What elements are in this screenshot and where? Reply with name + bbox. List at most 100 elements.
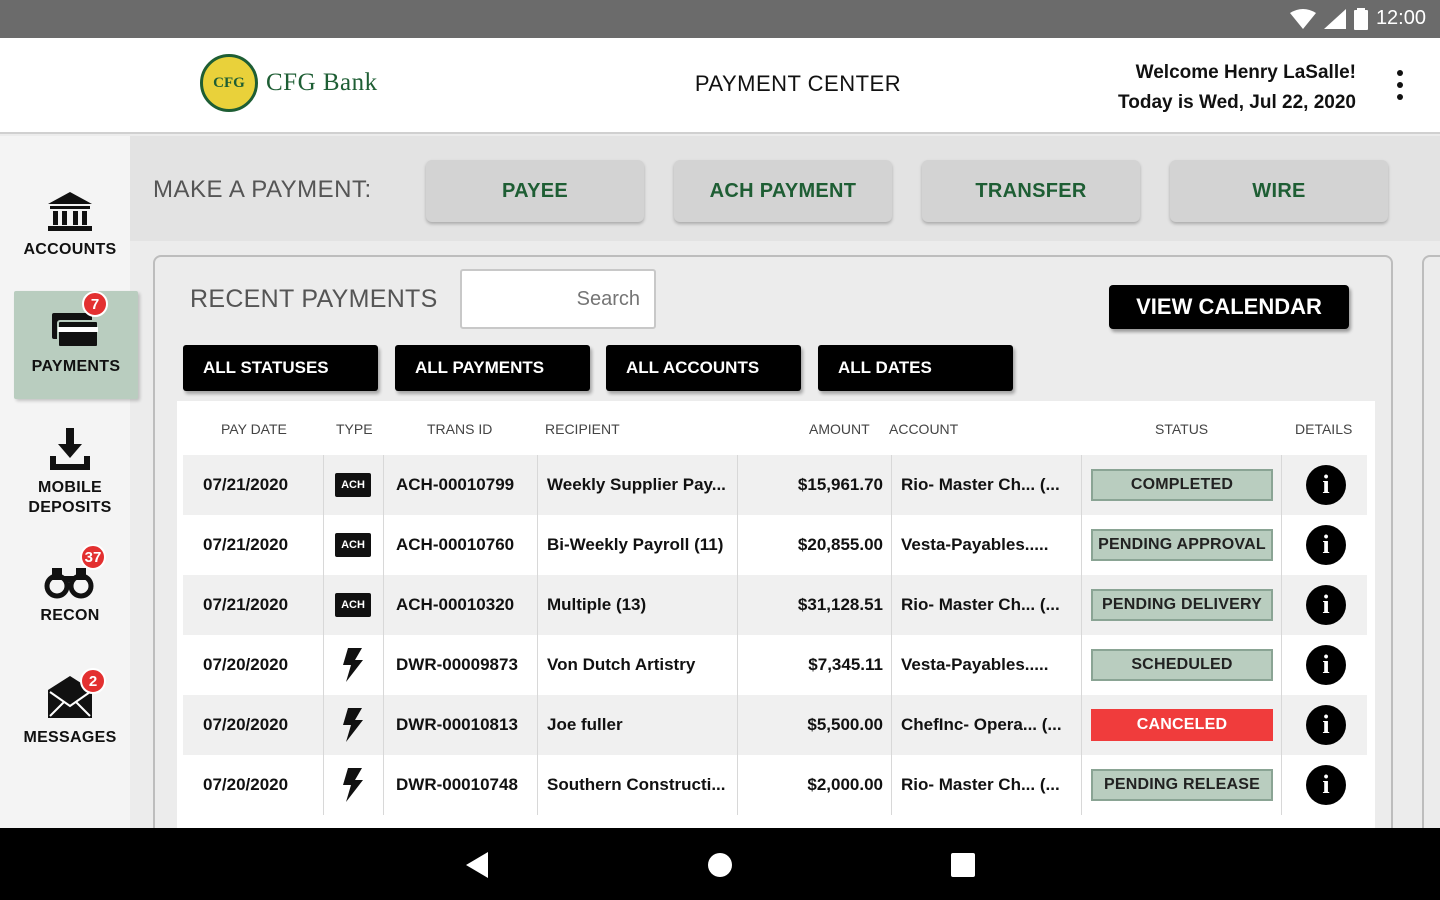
- next-card-edge: [1422, 255, 1440, 875]
- filter-all-dates[interactable]: ALL DATES: [818, 345, 1013, 391]
- recipient-cell: Southern Constructi...: [547, 775, 726, 794]
- payments-badge: 7: [82, 291, 108, 317]
- col-header-pay-date[interactable]: PAY DATE: [221, 421, 287, 437]
- wifi-icon: [1289, 8, 1316, 29]
- account-cell: Rio- Master Ch... (...: [901, 595, 1060, 614]
- col-header-status[interactable]: STATUS: [1155, 421, 1208, 437]
- system-status-bar: 12:00: [0, 0, 1440, 38]
- column-divider: [383, 635, 384, 695]
- column-divider: [737, 455, 738, 515]
- column-divider: [1081, 635, 1082, 695]
- column-divider: [537, 755, 538, 815]
- info-icon[interactable]: i: [1306, 765, 1346, 805]
- account-cell: Vesta-Payables.....: [901, 655, 1049, 674]
- logo-badge: CFG: [200, 54, 258, 112]
- table-row[interactable]: 07/21/2020 ACH ACH-00010799 Weekly Supplier…: [183, 455, 1367, 515]
- date-cell: 07/20/2020: [203, 775, 289, 794]
- date-cell: 07/21/2020: [203, 595, 289, 614]
- sidebar-item-payments[interactable]: 7 PAYMENTS: [14, 291, 138, 399]
- recent-payments-title: RECENT PAYMENTS: [190, 285, 438, 313]
- table-row[interactable]: 07/20/2020 DWR-00010748 Southern Construct…: [183, 755, 1367, 815]
- download-tray-icon: [42, 426, 98, 474]
- info-icon[interactable]: i: [1306, 705, 1346, 745]
- welcome-text: Welcome Henry LaSalle!: [1135, 62, 1356, 83]
- col-header-amount[interactable]: AMOUNT: [809, 421, 870, 437]
- sidebar-item-label: RECON: [40, 607, 100, 624]
- wire-button[interactable]: WIRE: [1170, 160, 1388, 222]
- column-divider: [1281, 515, 1282, 575]
- amount-cell: $7,345.11: [808, 655, 883, 674]
- overflow-menu-icon[interactable]: [1394, 70, 1406, 100]
- sidebar-item-messages[interactable]: 2 MESSAGES: [0, 668, 140, 748]
- status-cell: COMPLETED: [1089, 455, 1275, 515]
- account-cell: Vesta-Payables.....: [901, 535, 1049, 554]
- recents-icon[interactable]: [951, 853, 975, 877]
- column-divider: [323, 635, 324, 695]
- table-row[interactable]: 07/21/2020 ACH ACH-00010320 Multiple (13) $3…: [183, 575, 1367, 635]
- status-badge: COMPLETED: [1091, 469, 1273, 501]
- status-cell: PENDING APPROVAL: [1089, 515, 1275, 575]
- sidebar-item-mobile-deposits[interactable]: MOBILE DEPOSITS: [0, 426, 140, 518]
- status-cell: PENDING RELEASE: [1089, 755, 1275, 815]
- transfer-button[interactable]: TRANSFER: [922, 160, 1140, 222]
- date-cell: 07/21/2020: [203, 475, 289, 494]
- sidebar-item-label: PAYMENTS: [31, 358, 121, 375]
- table-row[interactable]: 07/20/2020 DWR-00010813 Joe fuller $5,500.0…: [183, 695, 1367, 755]
- lightning-wire-icon: [343, 708, 363, 742]
- filter-all-statuses[interactable]: ALL STATUSES: [183, 345, 378, 391]
- back-icon[interactable]: [466, 852, 490, 878]
- payments-card-icon: 7: [48, 291, 108, 353]
- col-header-trans-id[interactable]: TRANS ID: [427, 421, 492, 437]
- envelope-icon: 2: [42, 668, 106, 724]
- info-icon[interactable]: i: [1306, 525, 1346, 565]
- col-header-type[interactable]: TYPE: [336, 421, 373, 437]
- battery-icon: [1353, 7, 1368, 30]
- logo-badge-text: CFG: [213, 74, 245, 91]
- table-row[interactable]: 07/21/2020 ACH ACH-00010760 Bi-Weekly Payro…: [183, 515, 1367, 575]
- column-divider: [737, 635, 738, 695]
- type-cell: ACH: [325, 575, 381, 635]
- column-divider: [737, 695, 738, 755]
- system-navigation-bar: [0, 828, 1440, 900]
- col-header-details[interactable]: DETAILS: [1295, 421, 1352, 437]
- column-divider: [891, 755, 892, 815]
- column-divider: [323, 575, 324, 635]
- status-cell: SCHEDULED: [1089, 635, 1275, 695]
- column-divider: [1281, 635, 1282, 695]
- filter-all-payments[interactable]: ALL PAYMENTS: [395, 345, 590, 391]
- lightning-wire-icon: [343, 648, 363, 682]
- column-divider: [891, 635, 892, 695]
- table-header: PAY DATE TYPE TRANS ID RECIPIENT AMOUNT …: [177, 421, 1375, 447]
- info-icon[interactable]: i: [1306, 645, 1346, 685]
- table-row[interactable]: 07/20/2020 DWR-00009873 Von Dutch Artistry…: [183, 635, 1367, 695]
- col-header-account[interactable]: ACCOUNT: [889, 421, 958, 437]
- home-icon[interactable]: [707, 852, 733, 878]
- info-icon[interactable]: i: [1306, 585, 1346, 625]
- details-cell: i: [1291, 755, 1361, 815]
- search-input[interactable]: [460, 269, 656, 329]
- signal-icon: [1323, 8, 1346, 29]
- sidebar-item-accounts[interactable]: ACCOUNTS: [0, 188, 140, 260]
- view-calendar-button[interactable]: VIEW CALENDAR: [1109, 285, 1349, 329]
- ach-payment-button[interactable]: ACH PAYMENT: [674, 160, 892, 222]
- bank-logo[interactable]: CFG CFG Bank: [200, 54, 378, 112]
- column-divider: [1281, 575, 1282, 635]
- sidebar-item-label: MESSAGES: [23, 729, 117, 746]
- info-icon[interactable]: i: [1306, 465, 1346, 505]
- recent-payments-card: RECENT PAYMENTS VIEW CALENDAR ALL STATUS…: [153, 255, 1393, 875]
- amount-cell: $31,128.51: [797, 595, 883, 614]
- col-header-recipient[interactable]: RECIPIENT: [545, 421, 620, 437]
- recipient-cell: Weekly Supplier Pay...: [547, 475, 726, 494]
- ach-type-icon: ACH: [335, 473, 371, 497]
- status-cell: PENDING DELIVERY: [1089, 575, 1275, 635]
- payee-button[interactable]: PAYEE: [426, 160, 644, 222]
- filter-all-accounts[interactable]: ALL ACCOUNTS: [606, 345, 801, 391]
- sidebar-nav: ACCOUNTS 7 PAYMENTS MOBILE DEPOSITS 37 R…: [0, 136, 138, 828]
- sidebar-item-recon[interactable]: 37 RECON: [0, 544, 140, 626]
- column-divider: [737, 515, 738, 575]
- column-divider: [383, 575, 384, 635]
- trans-id-cell: DWR-00010748: [396, 775, 518, 794]
- column-divider: [891, 515, 892, 575]
- date-cell: 07/20/2020: [203, 715, 289, 734]
- type-cell: [325, 695, 381, 755]
